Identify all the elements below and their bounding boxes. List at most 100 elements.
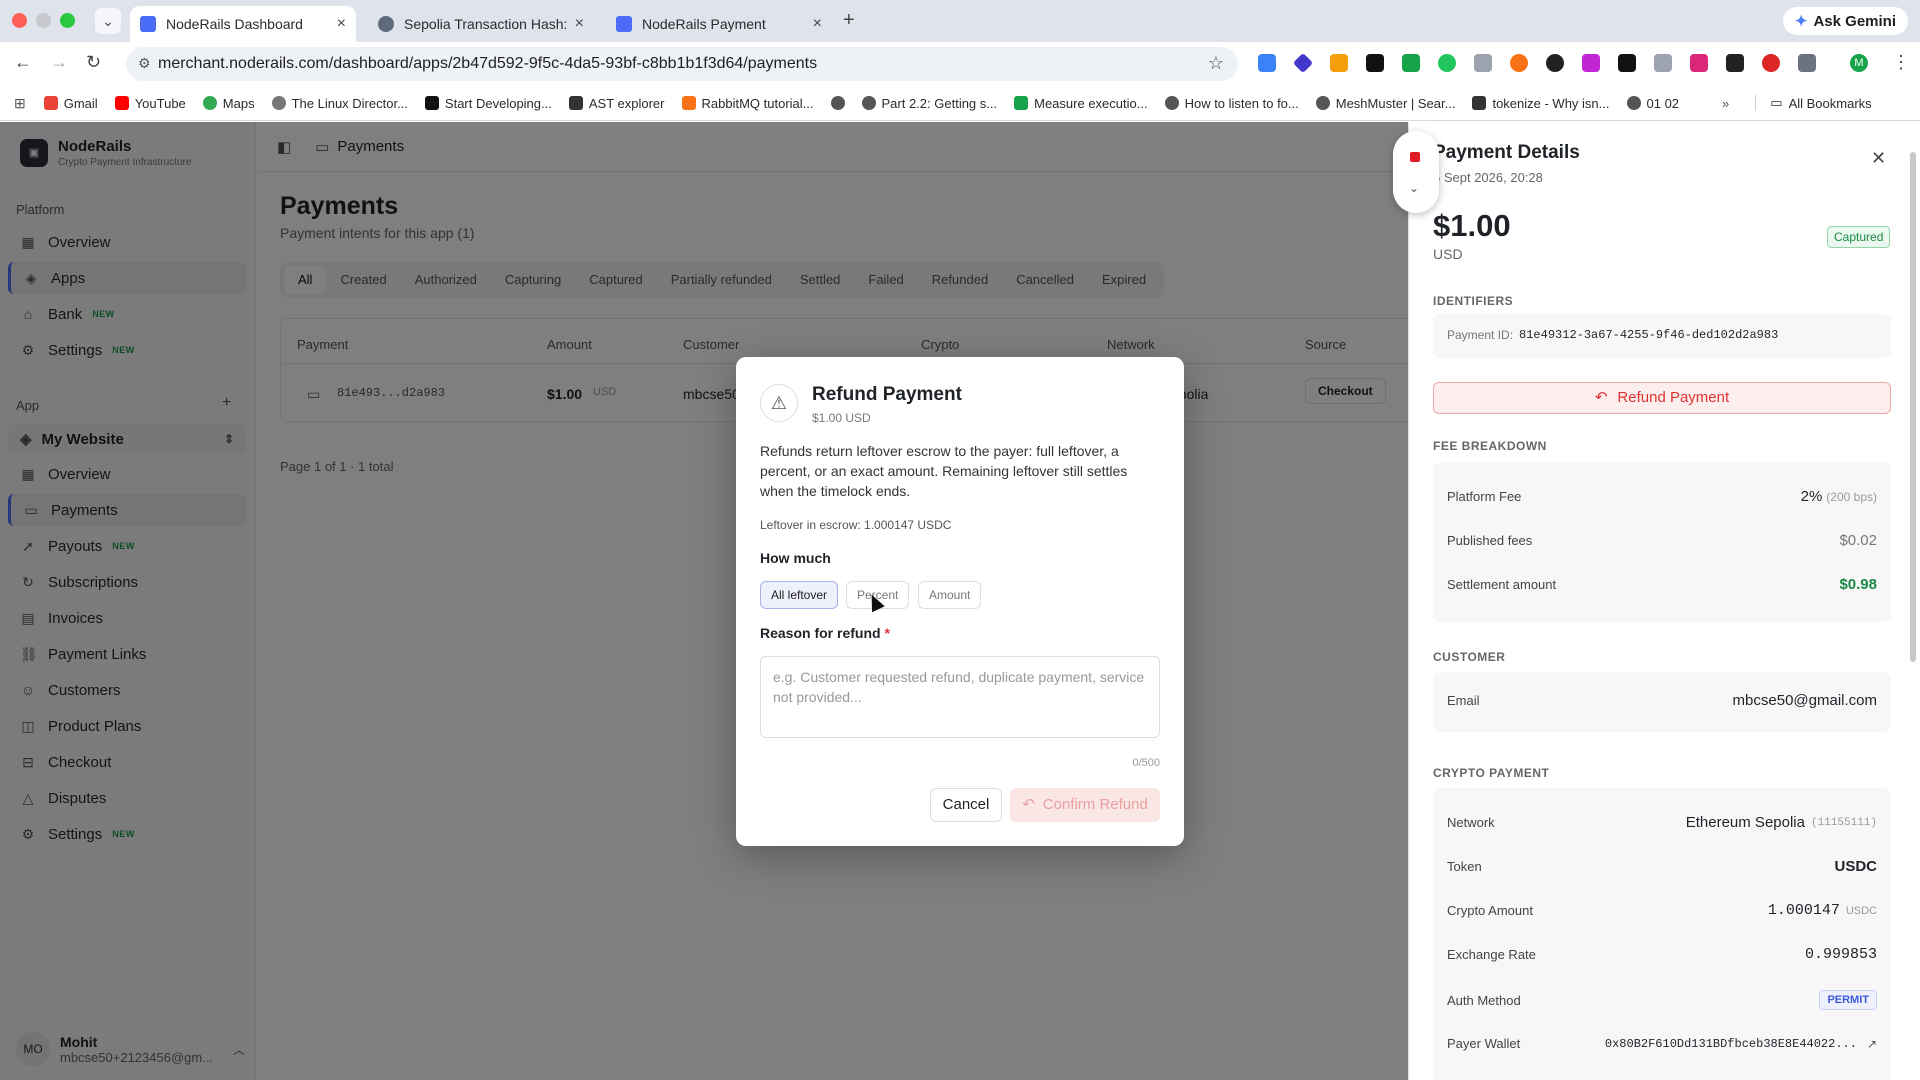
payment-date: 6 Sept 2026, 20:28 (1433, 170, 1543, 185)
auth-method-badge: PERMIT (1819, 990, 1877, 1010)
refund-payment-modal: ⚠ Refund Payment $1.00 USD Refunds retur… (736, 357, 1184, 846)
bookmark-label: Measure executio... (1034, 95, 1148, 111)
browser-tab[interactable]: NodeRails Dashboard × (130, 6, 356, 42)
extension-icon[interactable] (1292, 52, 1314, 74)
chevron-down-icon[interactable]: ⌄ (1409, 181, 1419, 195)
panel-scrollbar[interactable] (1910, 152, 1916, 662)
settlement-amount-label: Settlement amount (1447, 577, 1557, 592)
token-value: USDC (1834, 858, 1877, 875)
close-tab-icon[interactable]: × (575, 15, 584, 33)
extension-icon[interactable] (1510, 54, 1528, 72)
gmail-icon (43, 96, 58, 110)
extension-icon[interactable] (1474, 54, 1492, 72)
profile-avatar[interactable]: M (1850, 54, 1868, 72)
customer-email[interactable]: mbcse50@gmail.com (1733, 692, 1877, 709)
extension-icon[interactable] (1726, 54, 1744, 72)
confirm-refund-button[interactable]: ↶ Confirm Refund (1010, 788, 1160, 822)
bookmark-item[interactable] (830, 96, 845, 110)
tab-title: NodeRails Payment (642, 16, 766, 32)
maximize-window-button[interactable] (60, 13, 75, 28)
option-all-leftover[interactable]: All leftover (760, 581, 839, 609)
modal-subtitle: $1.00 USD (812, 411, 871, 425)
menu-dots-icon[interactable]: ⋮ (1892, 52, 1910, 73)
option-amount[interactable]: Amount (918, 581, 982, 609)
payer-wallet-value[interactable]: 0x80B2F610Dd131BDfbceb38E8E44022... (1605, 1037, 1857, 1051)
globe-icon (1315, 96, 1330, 110)
metamask-icon[interactable] (1330, 54, 1348, 72)
extension-icon[interactable] (1258, 54, 1276, 72)
close-window-button[interactable] (12, 13, 27, 28)
tab-title: Sepolia Transaction Hash: 0x2 (404, 16, 567, 32)
bookmark-item[interactable]: How to listen to fo... (1164, 96, 1299, 111)
close-tab-icon[interactable]: × (337, 15, 346, 33)
close-icon[interactable]: ✕ (1871, 148, 1886, 169)
crypto-amount-unit: USDC (1845, 904, 1877, 917)
bookmark-item[interactable]: 01 02 (1626, 96, 1679, 111)
site-info-icon[interactable]: ⚙ (138, 55, 151, 72)
extension-icon[interactable] (1618, 54, 1636, 72)
token-label: Token (1447, 859, 1482, 874)
bookmark-label: tokenize - Why isn... (1492, 95, 1610, 111)
bookmark-item[interactable]: Start Developing... (424, 96, 552, 111)
reason-label-text: Reason for refund (760, 625, 881, 641)
ask-gemini-button[interactable]: ✦ Ask Gemini (1782, 7, 1908, 35)
payment-id-value[interactable]: 81e49312-3a67-4255-9f46-ded102d2a983 (1519, 328, 1778, 342)
extensions-puzzle-icon[interactable] (1798, 54, 1816, 72)
bookmark-item[interactable]: AST explorer (568, 96, 665, 111)
extension-icon[interactable] (1690, 54, 1708, 72)
extension-icon[interactable] (1438, 54, 1456, 72)
minimize-window-button[interactable] (36, 13, 51, 28)
extension-icon[interactable] (1366, 54, 1384, 72)
extension-icon[interactable] (1582, 54, 1600, 72)
payment-details-panel: Payment Details 6 Sept 2026, 20:28 ✕ $1.… (1408, 122, 1920, 1080)
bookmark-item[interactable]: MeshMuster | Sear... (1315, 96, 1455, 111)
alert-triangle-icon: ⚠ (760, 384, 798, 422)
bookmark-item[interactable]: Gmail (43, 96, 98, 111)
close-tab-icon[interactable]: × (813, 15, 822, 33)
extension-icon[interactable] (1762, 54, 1780, 72)
tab-search-button[interactable]: ⌄ (95, 8, 121, 34)
screen-recorder-widget: ⌄ (1393, 131, 1439, 213)
reload-icon[interactable]: ↻ (86, 52, 101, 73)
apps-grid-icon[interactable]: ⊞ (14, 95, 26, 112)
bookmark-label: The Linux Director... (291, 95, 408, 111)
platform-fee-label: Platform Fee (1447, 489, 1522, 504)
bookmark-label: Maps (222, 95, 255, 111)
more-bookmarks-icon[interactable]: » (1722, 96, 1729, 111)
modal-description: Refunds return leftover escrow to the pa… (760, 443, 1128, 499)
leftover-escrow-text: Leftover in escrow: 1.000147 USDC (760, 518, 952, 532)
extension-icon[interactable] (1546, 54, 1564, 72)
modal-title: Refund Payment (812, 384, 962, 405)
forward-icon[interactable]: → (50, 52, 68, 73)
platform-fee-value: 2% (1800, 488, 1823, 505)
bookmark-item[interactable]: Measure executio... (1014, 95, 1148, 111)
browser-tab[interactable]: NodeRails Payment × (606, 6, 832, 42)
cancel-button[interactable]: Cancel (930, 788, 1002, 822)
reason-textarea[interactable] (760, 656, 1160, 738)
browser-tab[interactable]: Sepolia Transaction Hash: 0x2 × (368, 6, 594, 42)
all-bookmarks-button[interactable]: ▭ All Bookmarks (1755, 95, 1872, 111)
globe-icon (830, 96, 845, 110)
payment-id-label: Payment ID: (1447, 328, 1514, 342)
external-link-icon[interactable]: ↗ (1867, 1037, 1877, 1051)
bookmark-item[interactable]: The Linux Director... (271, 95, 408, 111)
bookmark-item[interactable]: tokenize - Why isn... (1472, 95, 1610, 111)
crypto-amount-label: Crypto Amount (1447, 903, 1533, 918)
bookmark-item[interactable]: RabbitMQ tutorial... (681, 96, 814, 111)
reason-label: Reason for refund * (760, 625, 890, 641)
bookmark-item[interactable]: Part 2.2: Getting s... (861, 95, 998, 111)
bookmark-item[interactable]: YouTube (114, 96, 186, 111)
back-icon[interactable]: ← (14, 52, 32, 73)
stop-recording-icon[interactable] (1410, 152, 1420, 162)
address-bar[interactable]: ⚙ merchant.noderails.com/dashboard/apps/… (126, 47, 1238, 81)
bookmark-star-icon[interactable]: ☆ (1208, 53, 1224, 74)
refund-payment-button[interactable]: ↶ Refund Payment (1433, 382, 1891, 414)
bookmark-item[interactable]: Maps (202, 95, 255, 111)
bookmark-label: Part 2.2: Getting s... (881, 95, 998, 111)
folder-icon: ▭ (1770, 95, 1783, 110)
network-label: Network (1447, 815, 1495, 830)
extension-icon[interactable] (1402, 54, 1420, 72)
extension-icon[interactable] (1654, 54, 1672, 72)
email-label: Email (1447, 693, 1480, 708)
new-tab-button[interactable]: + (843, 9, 855, 32)
